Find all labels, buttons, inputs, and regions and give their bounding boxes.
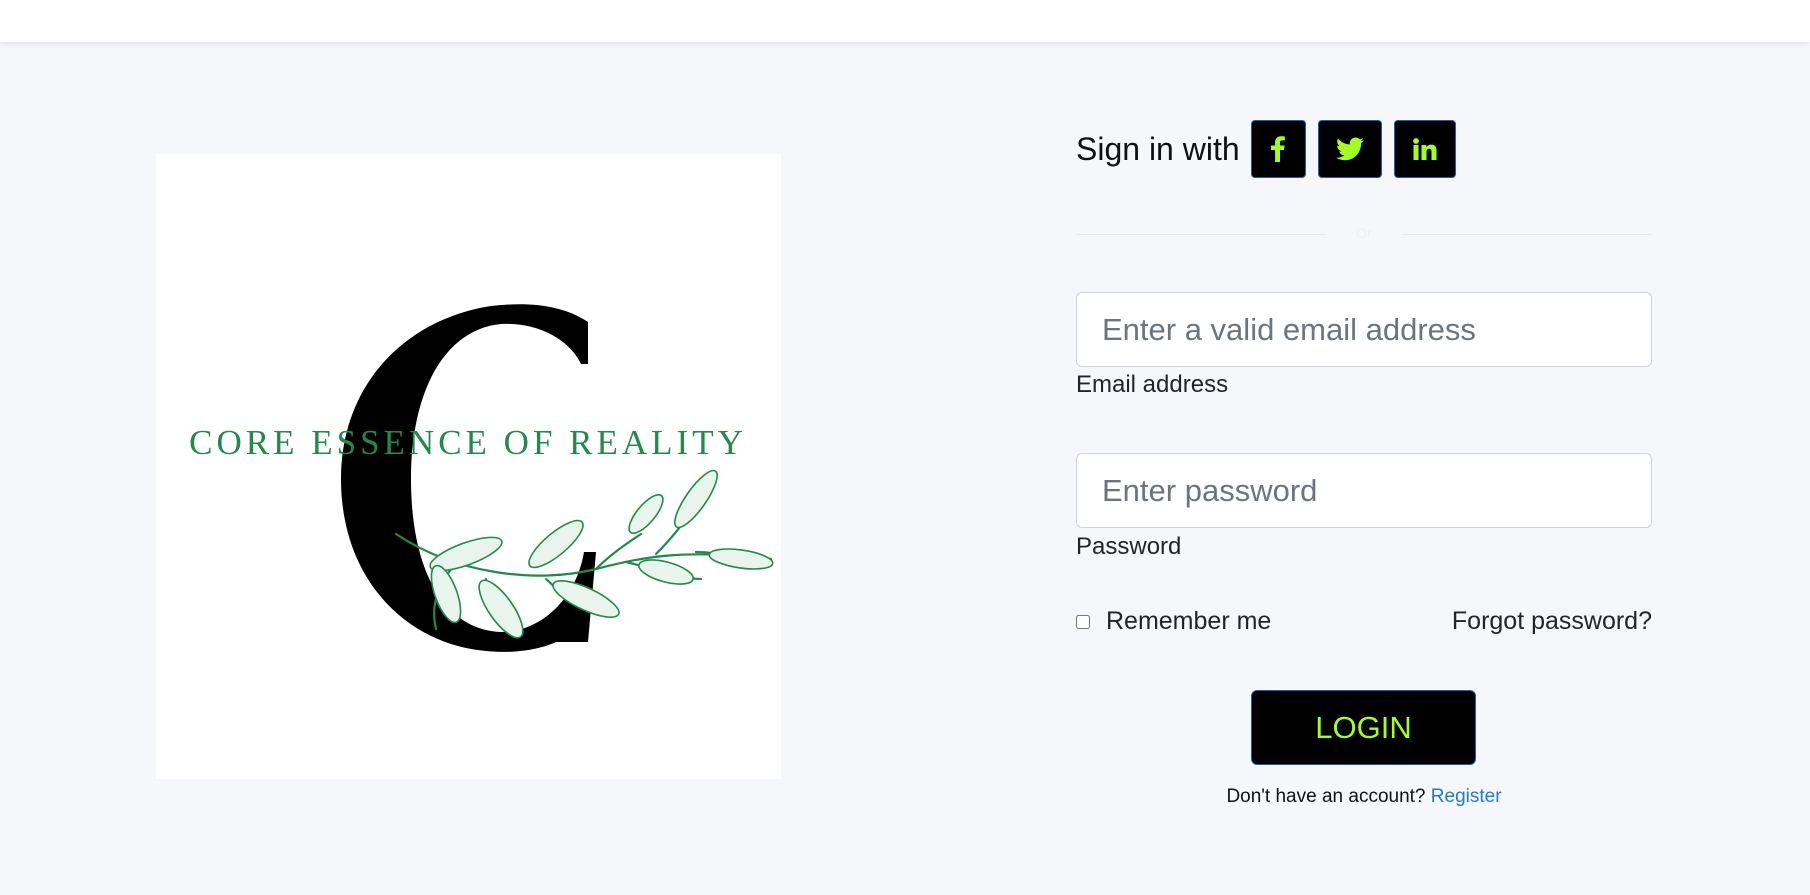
- linkedin-icon: [1412, 138, 1437, 160]
- twitter-icon: [1335, 137, 1364, 161]
- remember-me-row: Remember me: [1076, 607, 1271, 636]
- password-field[interactable]: [1076, 453, 1652, 528]
- brand-logo-text: CORE ESSENCE OF REALITY: [189, 423, 747, 462]
- brand-logo-graphic: CORE ESSENCE OF REALITY: [189, 304, 774, 652]
- social-signin-row: Sign in with: [1076, 120, 1462, 178]
- top-navbar: [0, 0, 1810, 42]
- twitter-signin-button[interactable]: [1317, 120, 1382, 178]
- signin-with-label: Sign in with: [1076, 130, 1240, 167]
- divider-line-left: [1076, 234, 1326, 235]
- remember-me-label: Remember me: [1106, 607, 1272, 635]
- facebook-icon: [1271, 136, 1285, 162]
- or-divider: Or: [1076, 225, 1652, 241]
- register-prompt: Don't have an account? Register: [1076, 786, 1652, 808]
- email-label: Email address: [1076, 371, 1229, 398]
- email-field[interactable]: [1076, 292, 1652, 367]
- register-prompt-text: Don't have an account?: [1226, 786, 1426, 807]
- login-button[interactable]: LOGIN: [1251, 690, 1476, 765]
- facebook-signin-button[interactable]: [1250, 120, 1306, 178]
- register-link[interactable]: Register: [1431, 786, 1502, 807]
- divider-or-label: Or: [1356, 225, 1372, 241]
- brand-logo-image: CORE ESSENCE OF REALITY: [156, 154, 781, 779]
- divider-line-right: [1402, 234, 1652, 235]
- remember-me-checkbox[interactable]: [1076, 614, 1090, 629]
- linkedin-signin-button[interactable]: [1393, 120, 1456, 178]
- forgot-password-link[interactable]: Forgot password?: [1452, 607, 1652, 636]
- password-label: Password: [1076, 533, 1182, 560]
